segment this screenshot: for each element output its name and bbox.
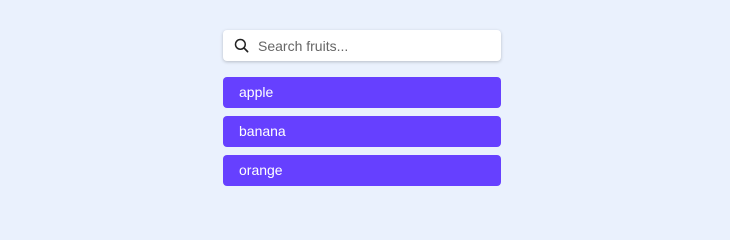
search-icon xyxy=(234,38,249,53)
list-item-orange[interactable]: orange xyxy=(223,155,501,186)
list-item-banana[interactable]: banana xyxy=(223,116,501,147)
list-item-label: apple xyxy=(239,84,274,100)
page: apple banana orange xyxy=(0,0,730,221)
list-item-label: banana xyxy=(239,123,286,139)
fruit-list: apple banana orange xyxy=(223,77,501,194)
search-input[interactable] xyxy=(258,30,494,61)
list-item-apple[interactable]: apple xyxy=(223,77,501,108)
search-box[interactable] xyxy=(223,30,501,61)
list-item-label: orange xyxy=(239,162,283,178)
